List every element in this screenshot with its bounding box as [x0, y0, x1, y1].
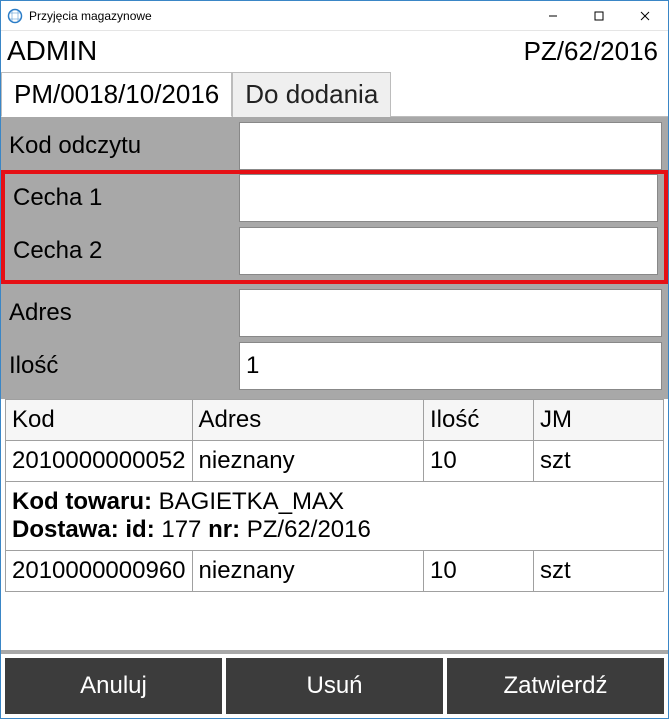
cancel-button[interactable]: Anuluj	[5, 658, 222, 714]
close-button[interactable]	[622, 1, 668, 31]
document-number: PZ/62/2016	[524, 36, 658, 67]
input-adres[interactable]	[239, 289, 662, 337]
table-meta-row: Kod towaru: BAGIETKA_MAX Dostawa: id: 17…	[6, 482, 664, 551]
confirm-button[interactable]: Zatwierdź	[447, 658, 664, 714]
row-cecha2: Cecha 2	[5, 222, 664, 280]
meta-dostawa-label: Dostawa:	[12, 516, 119, 543]
window-title: Przyjęcia magazynowe	[29, 9, 530, 23]
cell-kod: 2010000000052	[6, 441, 193, 482]
app-icon	[7, 8, 23, 24]
row-adres: Adres	[1, 284, 668, 337]
header: ADMIN PZ/62/2016	[1, 31, 668, 71]
meta-nr-value: PZ/62/2016	[247, 516, 371, 543]
meta-cell: Kod towaru: BAGIETKA_MAX Dostawa: id: 17…	[6, 482, 664, 551]
user-label: ADMIN	[7, 35, 524, 67]
tab-bar: PM/0018/10/2016 Do dodania	[1, 71, 668, 117]
meta-id-value: 177	[161, 516, 201, 543]
items-table: Kod Adres Ilość JM 2010000000052 nieznan…	[5, 399, 664, 592]
table-row[interactable]: 2010000000052 nieznany 10 szt	[6, 441, 664, 482]
tab-do-dodania[interactable]: Do dodania	[232, 72, 391, 117]
cell-kod: 2010000000960	[6, 551, 193, 592]
meta-nr-label: nr:	[208, 516, 240, 543]
meta-kod-towaru-value: BAGIETKA_MAX	[159, 488, 344, 515]
cell-jm: szt	[534, 551, 664, 592]
app-window: Przyjęcia magazynowe ADMIN PZ/62/2016 PM…	[0, 0, 669, 719]
form-area: Kod odczytu Cecha 1 Cecha 2 Adres Ilość	[1, 117, 668, 395]
minimize-button[interactable]	[530, 1, 576, 31]
col-jm[interactable]: JM	[534, 400, 664, 441]
cell-ilosc: 10	[424, 441, 534, 482]
input-cecha1[interactable]	[239, 174, 658, 222]
input-cecha2[interactable]	[239, 227, 658, 275]
button-bar: Anuluj Usuń Zatwierdź	[1, 650, 668, 718]
col-adres[interactable]: Adres	[192, 400, 423, 441]
meta-id-label: id:	[125, 516, 154, 543]
cell-ilosc: 10	[424, 551, 534, 592]
col-ilosc[interactable]: Ilość	[424, 400, 534, 441]
col-kod[interactable]: Kod	[6, 400, 193, 441]
cell-adres: nieznany	[192, 441, 423, 482]
meta-kod-towaru-label: Kod towaru:	[12, 488, 152, 515]
cell-adres: nieznany	[192, 551, 423, 592]
input-kod-odczytu[interactable]	[239, 122, 662, 170]
table-row[interactable]: 2010000000960 nieznany 10 szt	[6, 551, 664, 592]
table-header-row: Kod Adres Ilość JM	[6, 400, 664, 441]
label-cecha2: Cecha 2	[5, 227, 239, 275]
cell-jm: szt	[534, 441, 664, 482]
label-cecha1: Cecha 1	[5, 174, 239, 222]
highlighted-group: Cecha 1 Cecha 2	[1, 170, 668, 284]
label-adres: Adres	[1, 289, 239, 337]
table-area: Kod Adres Ilość JM 2010000000052 nieznan…	[1, 395, 668, 650]
input-ilosc[interactable]	[239, 342, 662, 390]
row-cecha1: Cecha 1	[5, 174, 664, 222]
delete-button[interactable]: Usuń	[226, 658, 443, 714]
row-ilosc: Ilość	[1, 337, 668, 395]
maximize-button[interactable]	[576, 1, 622, 31]
label-ilosc: Ilość	[1, 342, 239, 390]
titlebar: Przyjęcia magazynowe	[1, 1, 668, 31]
row-kod-odczytu: Kod odczytu	[1, 117, 668, 170]
tab-pm[interactable]: PM/0018/10/2016	[1, 72, 232, 117]
label-kod-odczytu: Kod odczytu	[1, 122, 239, 170]
